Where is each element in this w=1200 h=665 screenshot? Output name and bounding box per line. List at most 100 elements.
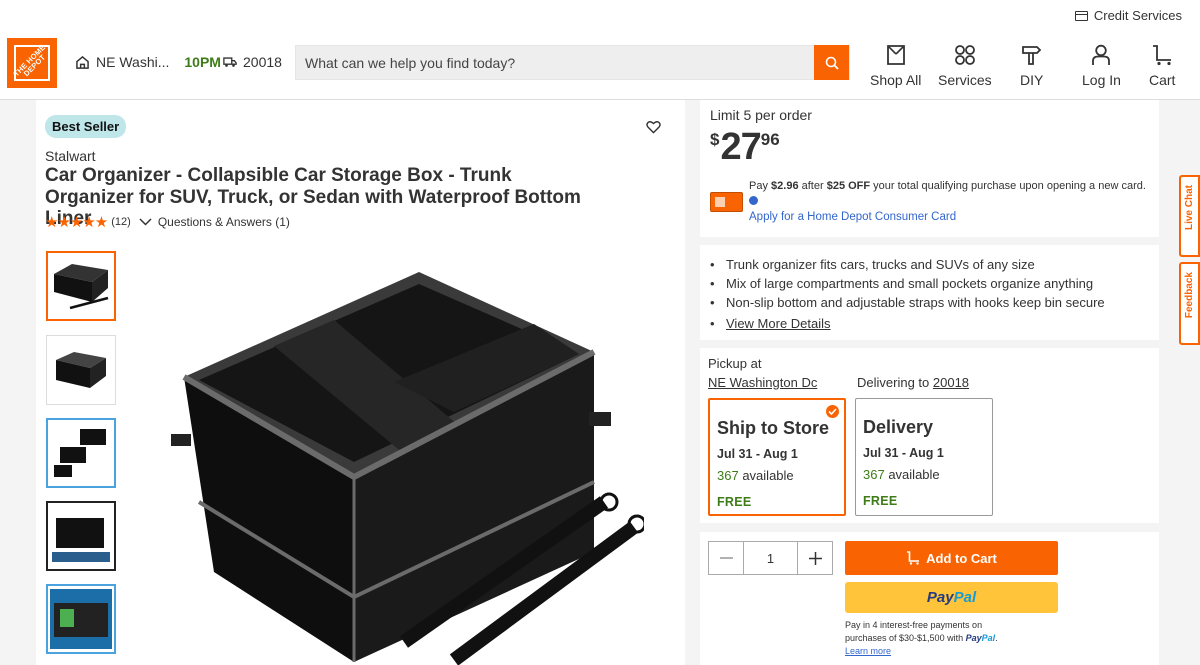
delivering-to: Delivering to 20018 — [857, 375, 969, 390]
info-icon[interactable] — [749, 196, 758, 205]
highlight-item: Non-slip bottom and adjustable straps wi… — [710, 293, 1105, 312]
ship-to-store-option[interactable]: Ship to Store Jul 31 - Aug 1 367 availab… — [708, 398, 846, 516]
cart-icon — [1153, 45, 1172, 66]
nav-shop-all-label: Shop All — [870, 72, 922, 88]
thumbnail-4[interactable] — [46, 501, 116, 571]
pay-after: after — [801, 180, 824, 192]
option-price: FREE — [717, 495, 752, 509]
apply-card-link[interactable]: Apply for a Home Depot Consumer Card — [749, 211, 956, 223]
nav-services[interactable]: Services — [938, 44, 992, 88]
review-count[interactable]: (12) — [111, 216, 131, 228]
thumbnail-image — [52, 518, 110, 562]
pickup-store-link[interactable]: NE Washington Dc — [708, 375, 817, 390]
store-hours: 10PM — [184, 54, 221, 70]
paypal-inline-pay: Pay — [965, 633, 982, 643]
highlights-panel: Trunk organizer fits cars, trucks and SU… — [700, 245, 1159, 340]
add-to-cart-label: Add to Cart — [926, 550, 997, 566]
store-selector[interactable]: NE Washi... 10PM — [76, 54, 221, 70]
search-icon — [825, 56, 839, 70]
view-more-details-link[interactable]: View More Details — [726, 316, 831, 331]
pay-prefix: Pay — [749, 180, 768, 192]
highlight-item: Trunk organizer fits cars, trucks and SU… — [710, 255, 1105, 274]
thumbnail-3[interactable] — [46, 418, 116, 488]
live-chat-label: Live Chat — [1184, 185, 1195, 231]
live-chat-tab[interactable]: Live Chat — [1179, 175, 1200, 257]
purchase-limit: Limit 5 per order — [710, 107, 812, 123]
thumbnail-image — [54, 264, 109, 310]
site-header: Credit Services THE HOME DEPOT NE Washi.… — [0, 0, 1200, 100]
available-label: available — [742, 468, 794, 483]
store-name: NE Washi... — [96, 54, 170, 70]
chevron-down-icon[interactable] — [139, 218, 152, 226]
home-depot-logo[interactable]: THE HOME DEPOT — [7, 38, 57, 88]
thumbnail-image — [50, 589, 112, 649]
nav-cart-label: Cart — [1149, 72, 1176, 88]
option-title: Delivery — [863, 417, 934, 437]
card-offer-text: Pay $2.96 after $25 OFF your total quali… — [749, 179, 1154, 209]
plus-icon — [808, 551, 822, 565]
quantity-input[interactable]: 1 — [743, 542, 798, 574]
delivering-label: Delivering to — [857, 375, 930, 390]
increase-quantity-button[interactable] — [798, 542, 832, 574]
nav-log-in-label: Log In — [1082, 72, 1121, 88]
paypal-learn-more-link[interactable]: Learn more — [845, 646, 891, 656]
store-icon — [76, 55, 89, 69]
price-panel: Limit 5 per order $ 27 96 Pay $2.96 afte… — [700, 100, 1159, 237]
diy-icon — [1021, 46, 1041, 65]
nav-services-label: Services — [938, 72, 992, 88]
available-count: 367 — [717, 468, 739, 483]
product-main: Best Seller Stalwart Car Organizer - Col… — [36, 100, 685, 665]
delivery-zip-selector[interactable]: 20018 — [223, 54, 282, 70]
view-more-item: View More Details — [710, 314, 1105, 333]
option-dates: Jul 31 - Aug 1 — [717, 447, 798, 461]
nav-shop-all[interactable]: Shop All — [870, 44, 921, 88]
paypal-button[interactable]: Pay Pal — [845, 582, 1058, 613]
favorite-heart-icon[interactable] — [646, 120, 661, 134]
search-input[interactable] — [296, 46, 814, 79]
rating-stars[interactable]: ★★★★★ — [45, 213, 108, 231]
questions-answers-link[interactable]: Questions & Answers (1) — [158, 215, 290, 229]
nav-diy-label: DIY — [1020, 72, 1044, 88]
thumbnail-5[interactable] — [46, 584, 116, 654]
add-to-cart-panel: 1 Add to Cart Pay Pal Pay in 4 interest-f… — [700, 532, 1159, 665]
fulfillment-panel: Pickup at NE Washington Dc Delivering to… — [700, 348, 1159, 523]
search-button[interactable] — [814, 45, 849, 80]
thumbnail-1[interactable] — [46, 251, 116, 321]
pay-off: $25 OFF — [826, 180, 871, 192]
pay-amount: $2.96 — [771, 180, 799, 192]
services-icon — [954, 45, 975, 65]
paypal-pay-text: Pay — [926, 589, 954, 606]
available-label: available — [888, 467, 940, 482]
decrease-quantity-button[interactable] — [709, 542, 743, 574]
nav-diy[interactable]: DIY — [1020, 44, 1043, 88]
paypal-pal-text: Pal — [953, 589, 977, 606]
price-cents: 96 — [760, 130, 780, 149]
option-availability: 367 available — [717, 468, 837, 483]
nav-cart[interactable]: Cart — [1149, 44, 1175, 88]
thumbnail-2[interactable] — [46, 335, 116, 405]
credit-services-label: Credit Services — [1093, 8, 1182, 23]
feedback-label: Feedback — [1184, 272, 1195, 319]
minus-icon — [719, 557, 733, 559]
consumer-card-icon — [710, 192, 743, 212]
product-hero-image[interactable] — [164, 262, 644, 665]
highlights-list: Trunk organizer fits cars, trucks and SU… — [710, 255, 1105, 333]
product-price: $ 27 96 — [710, 127, 780, 167]
feedback-tab[interactable]: Feedback — [1179, 262, 1200, 345]
search-bar — [295, 45, 850, 80]
shop-all-icon — [886, 45, 905, 65]
nav-log-in[interactable]: Log In — [1082, 44, 1121, 88]
quantity-stepper: 1 — [708, 541, 833, 575]
thumbnail-image — [56, 352, 106, 388]
zip-code: 20018 — [243, 54, 282, 70]
credit-services-link[interactable]: Credit Services — [1074, 8, 1182, 23]
add-to-cart-button[interactable]: Add to Cart — [845, 541, 1058, 575]
paypal-line-1: Pay in 4 interest-free payments on — [845, 620, 983, 630]
paypal-installments-text: Pay in 4 interest-free payments on purch… — [845, 620, 998, 656]
delivering-zip-link[interactable]: 20018 — [933, 375, 969, 390]
option-price: FREE — [863, 494, 898, 508]
best-seller-badge: Best Seller — [45, 115, 127, 138]
product-brand[interactable]: Stalwart — [45, 148, 96, 164]
delivery-option[interactable]: Delivery Jul 31 - Aug 1 367 available FR… — [855, 398, 993, 516]
available-count: 367 — [863, 467, 885, 482]
